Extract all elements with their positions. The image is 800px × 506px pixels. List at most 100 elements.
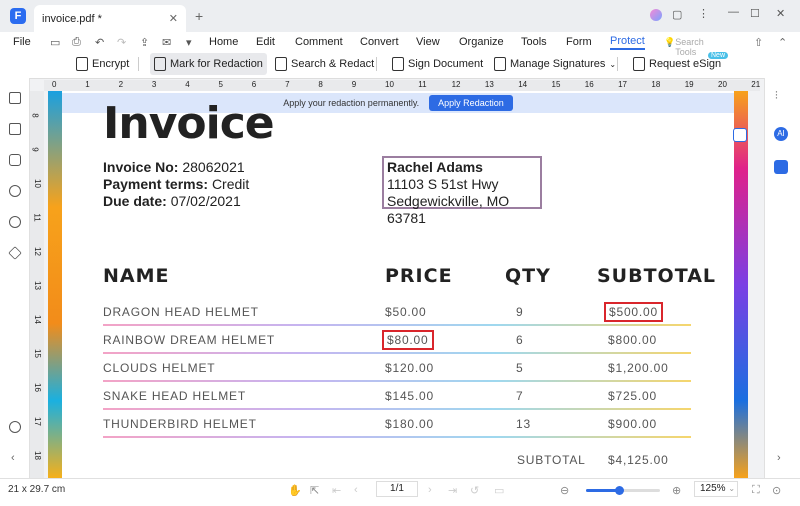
undo-icon[interactable]: ↶ bbox=[95, 36, 104, 49]
zoom-out-icon[interactable]: ⊖ bbox=[560, 484, 569, 497]
esign-icon bbox=[633, 57, 645, 71]
search-redact-label: Search & Redact bbox=[291, 58, 375, 70]
invoice-no: 28062021 bbox=[182, 159, 245, 175]
translate-icon[interactable] bbox=[774, 160, 788, 174]
ruler-tick: 18 bbox=[651, 80, 661, 89]
more-icon[interactable]: ⋮ bbox=[698, 7, 709, 20]
ruler-tick: 4 bbox=[185, 80, 190, 89]
attachment-icon[interactable] bbox=[9, 185, 21, 197]
ruler-tick: 15 bbox=[551, 80, 561, 89]
share-icon[interactable]: ⇪ bbox=[140, 36, 149, 49]
layers-icon[interactable] bbox=[8, 246, 22, 260]
pages-icon[interactable] bbox=[9, 92, 21, 104]
zoom-slider[interactable] bbox=[586, 486, 660, 495]
mark-for-redaction-button[interactable]: Mark for Redaction bbox=[150, 53, 267, 75]
new-badge: New bbox=[708, 52, 729, 59]
fit-page-icon[interactable]: ▭ bbox=[494, 484, 504, 497]
menu-view[interactable]: View bbox=[416, 36, 440, 48]
cell-price: $180.00 bbox=[385, 417, 434, 431]
search-redact-icon bbox=[275, 57, 287, 71]
cell-subtotal: $1,200.00 bbox=[608, 361, 669, 375]
menu-form[interactable]: Form bbox=[566, 36, 592, 48]
zoom-select[interactable]: 125% ⌄ bbox=[694, 481, 738, 497]
properties-icon[interactable]: ⫶ bbox=[775, 90, 778, 103]
rotate-icon[interactable]: ↺ bbox=[470, 484, 479, 497]
cell-price: $120.00 bbox=[385, 361, 434, 375]
first-page-icon[interactable]: ⇤ bbox=[332, 484, 341, 497]
comment-icon[interactable] bbox=[9, 154, 21, 166]
hand-tool-icon[interactable]: ✋ bbox=[288, 484, 302, 497]
menu-organize[interactable]: Organize bbox=[459, 36, 504, 48]
search-tools[interactable]: 💡 Search Tools bbox=[664, 37, 704, 57]
zoom-in-icon[interactable]: ⊕ bbox=[672, 484, 681, 497]
subtotal-label: SUBTOTAL bbox=[517, 453, 586, 467]
invoice-no-label: Invoice No: bbox=[103, 159, 179, 175]
upload-icon[interactable]: ⇧ bbox=[754, 36, 763, 49]
apply-redaction-button[interactable]: Apply Redaction bbox=[429, 95, 513, 111]
last-page-icon[interactable]: ⇥ bbox=[448, 484, 457, 497]
horizontal-ruler: 0 1 2 3 4 5 6 7 8 9 10 11 12 13 14 15 16 17 18 19 20 21 bbox=[44, 80, 760, 91]
header-name: NAME bbox=[103, 265, 170, 287]
cell-price[interactable]: $80.00 bbox=[382, 330, 434, 350]
prev-page-icon[interactable]: ‹ bbox=[354, 484, 358, 496]
manage-signatures-button[interactable]: Manage Signatures ⌄ bbox=[490, 53, 620, 75]
cell-name: RAINBOW DREAM HELMET bbox=[103, 333, 276, 347]
collapse-left-icon[interactable]: ‹ bbox=[11, 452, 15, 464]
menu-comment[interactable]: Comment bbox=[295, 36, 343, 48]
search-redact-button[interactable]: Search & Redact bbox=[271, 53, 378, 75]
page-input[interactable]: 1/1 bbox=[376, 481, 418, 497]
redo-icon[interactable]: ↷ bbox=[117, 36, 126, 49]
due-date: 07/02/2021 bbox=[170, 193, 241, 209]
ruler-tick: 2 bbox=[118, 80, 124, 89]
ruler-tick: 10 bbox=[32, 179, 42, 188]
close-tab-icon[interactable]: ✕ bbox=[169, 12, 178, 25]
cell-name: DRAGON HEAD HELMET bbox=[103, 305, 259, 319]
help-icon[interactable] bbox=[9, 421, 21, 433]
left-sidebar: ‹ bbox=[0, 78, 30, 478]
more-options-icon[interactable]: ⊙ bbox=[772, 484, 781, 497]
customize-icon[interactable]: ▾ bbox=[186, 36, 192, 49]
ai-assistant-icon[interactable]: AI bbox=[774, 127, 788, 141]
page-size: 21 x 29.7 cm bbox=[8, 484, 66, 495]
lock-icon bbox=[76, 57, 88, 71]
feedback-icon[interactable]: ▢ bbox=[672, 8, 682, 21]
app-logo: F bbox=[10, 8, 26, 24]
save-icon[interactable]: ▭ bbox=[50, 36, 60, 49]
menu-file[interactable]: File bbox=[13, 36, 31, 48]
client-address-redaction[interactable]: Rachel Adams 11103 S 51st Hwy Sedgewickv… bbox=[382, 156, 542, 226]
ruler-tick: 11 bbox=[418, 80, 427, 89]
avatar[interactable] bbox=[650, 9, 662, 21]
menu-edit[interactable]: Edit bbox=[256, 36, 275, 48]
ruler-tick: 16 bbox=[32, 383, 42, 392]
select-tool-icon[interactable]: ⇱ bbox=[310, 484, 319, 497]
next-page-icon[interactable]: › bbox=[428, 484, 432, 496]
maximize-button[interactable]: ☐ bbox=[750, 7, 760, 20]
cell-subtotal[interactable]: $500.00 bbox=[604, 302, 663, 322]
bookmark-icon[interactable] bbox=[9, 123, 21, 135]
print-icon[interactable]: ⎙ bbox=[72, 36, 81, 49]
client-name: Rachel Adams bbox=[387, 159, 483, 175]
minimize-button[interactable]: — bbox=[728, 6, 739, 18]
menu-home[interactable]: Home bbox=[209, 36, 238, 48]
cell-qty: 6 bbox=[516, 333, 524, 347]
fullscreen-icon[interactable]: ⛶ bbox=[752, 484, 760, 497]
collapse-ribbon-icon[interactable]: ⌃ bbox=[778, 36, 787, 49]
new-tab-button[interactable]: + bbox=[195, 8, 203, 24]
menu-convert[interactable]: Convert bbox=[360, 36, 399, 48]
document-tab[interactable]: invoice.pdf * ✕ bbox=[34, 5, 186, 32]
ruler-tick: 11 bbox=[32, 213, 42, 222]
right-sidebar: ⫶ AI › bbox=[764, 78, 800, 478]
cell-subtotal: $725.00 bbox=[608, 389, 657, 403]
row-divider bbox=[103, 408, 691, 410]
ruler-tick: 15 bbox=[32, 349, 42, 358]
floating-tool-icon[interactable] bbox=[733, 128, 747, 142]
close-window-button[interactable]: ✕ bbox=[776, 7, 785, 20]
menu-protect[interactable]: Protect bbox=[610, 35, 645, 50]
sign-document-button[interactable]: Sign Document bbox=[388, 53, 487, 75]
mail-icon[interactable]: ✉ bbox=[162, 36, 171, 49]
search-icon[interactable] bbox=[9, 216, 21, 228]
encrypt-button[interactable]: Encrypt bbox=[72, 53, 133, 75]
menu-tools[interactable]: Tools bbox=[521, 36, 547, 48]
collapse-right-icon[interactable]: › bbox=[777, 452, 781, 464]
ruler-tick: 13 bbox=[484, 80, 494, 89]
